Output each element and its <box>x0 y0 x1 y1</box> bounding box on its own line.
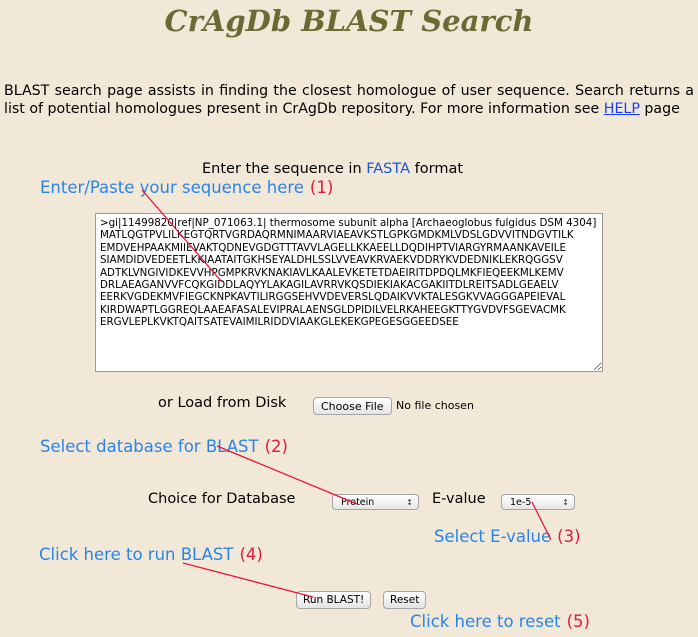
annotation-number: (5) <box>566 612 590 631</box>
annotation-number: (1) <box>309 178 334 197</box>
annotation-text: Select database for BLAST <box>40 437 259 456</box>
database-selected-value: Protein <box>341 497 375 508</box>
reset-button[interactable]: Reset <box>383 591 427 609</box>
annotation-4: Click here to run BLAST (4) <box>39 545 263 564</box>
help-link[interactable]: HELP <box>604 101 640 117</box>
evalue-label: E-value <box>432 491 486 507</box>
annotation-text: Click here to run BLAST <box>39 545 234 564</box>
database-label: Choice for Database <box>148 491 296 507</box>
select-arrows-icon: ↕ <box>406 498 413 507</box>
fasta-prompt-prefix: Enter the sequence in <box>202 161 367 177</box>
annotation-text: Select E-value <box>434 527 552 546</box>
annotation-number: (4) <box>239 545 263 564</box>
evalue-select[interactable]: 1e-5 ↕ <box>501 494 575 510</box>
intro-text: BLAST search page assists in finding the… <box>4 83 694 117</box>
run-blast-button[interactable]: Run BLAST! <box>296 591 372 609</box>
file-status: No file chosen <box>396 399 474 412</box>
page-title: CrAgDb BLAST Search <box>164 4 534 38</box>
intro-text-end: page <box>639 101 680 117</box>
load-from-disk-label: or Load from Disk <box>158 395 287 411</box>
fasta-prompt-suffix: format <box>410 161 464 177</box>
annotation-5: Click here to reset (5) <box>410 612 590 631</box>
database-select[interactable]: Protein ↕ <box>332 494 419 510</box>
annotation-text: Enter/Paste your sequence here <box>40 178 304 197</box>
annotation-3: Select E-value (3) <box>434 527 581 546</box>
choose-file-button[interactable]: Choose File <box>313 397 392 415</box>
annotation-text: Click here to reset <box>410 612 561 631</box>
annotation-2: Select database for BLAST (2) <box>40 437 288 456</box>
fasta-prompt: Enter the sequence in FASTA format <box>202 161 463 177</box>
sequence-input[interactable] <box>95 213 603 372</box>
annotation-number: (2) <box>264 437 288 456</box>
select-arrows-icon: ↕ <box>562 498 569 507</box>
intro-paragraph: BLAST search page assists in finding the… <box>4 82 694 118</box>
evalue-selected-value: 1e-5 <box>510 497 532 508</box>
annotation-1: Enter/Paste your sequence here (1) <box>40 178 333 197</box>
annotation-number: (3) <box>557 527 581 546</box>
pointer-line-4 <box>182 562 314 598</box>
fasta-format-label: FASTA <box>366 161 411 177</box>
